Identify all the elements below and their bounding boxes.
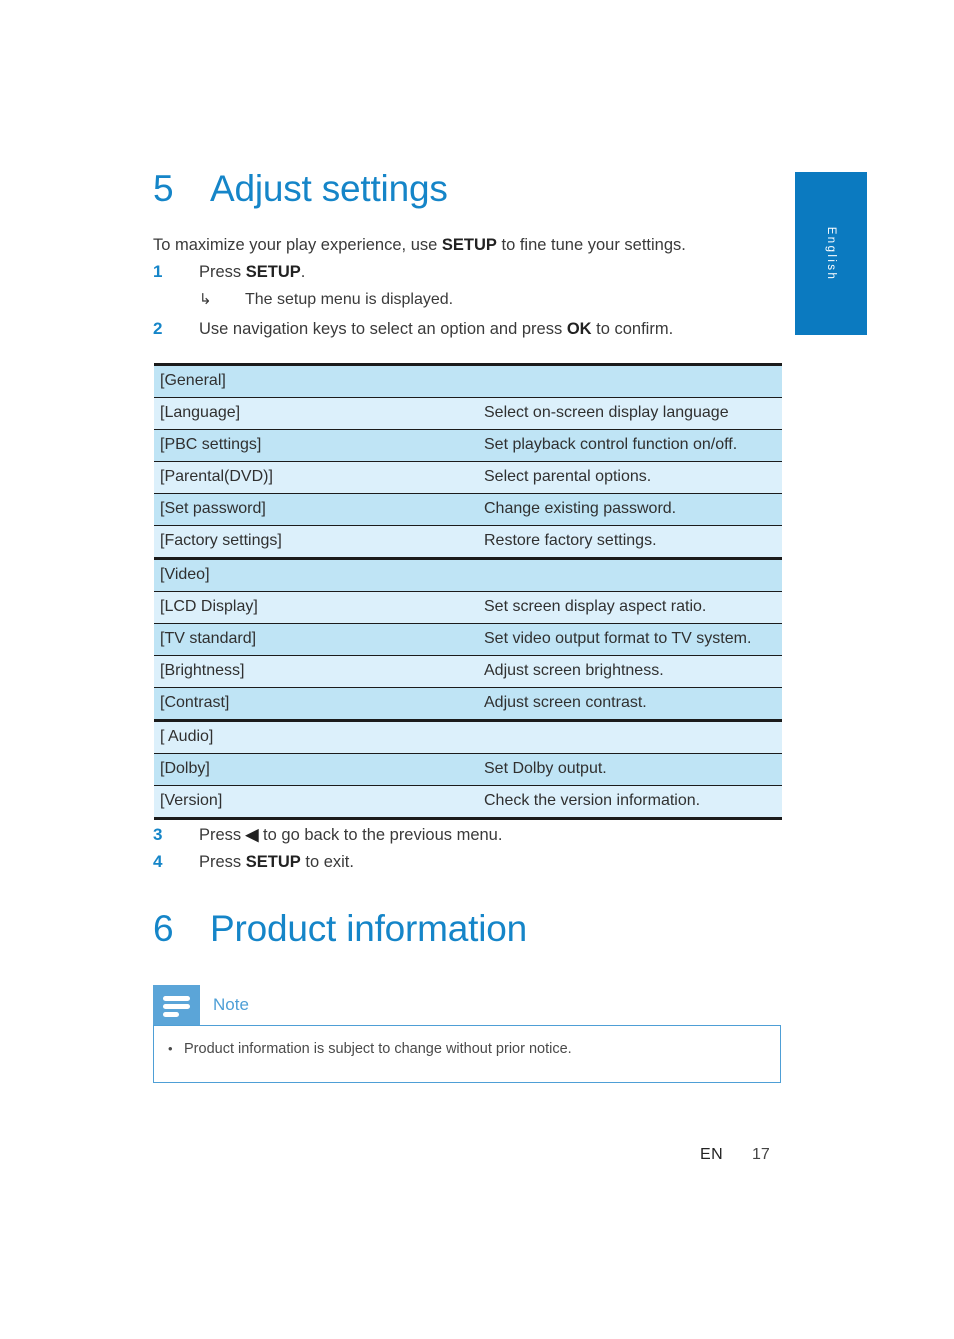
chapter-heading-6: 6 Product information — [153, 908, 783, 950]
substep-text: The setup menu is displayed. — [245, 291, 454, 308]
step-4-number: 4 — [153, 852, 163, 871]
step-2-pre: Use navigation keys to select an option … — [199, 320, 567, 338]
table-cell-description: Adjust screen brightness. — [472, 655, 782, 688]
table-row: [ Audio] — [154, 719, 782, 754]
chapter-heading-5: 5 Adjust settings — [153, 168, 783, 210]
step-3-post: to go back to the previous menu. — [258, 826, 503, 844]
table-row: [PBC settings] Set playback control funct… — [154, 429, 782, 462]
table-cell-description: Select parental options. — [472, 461, 782, 494]
table-row: [TV standard] Set video output format to … — [154, 623, 782, 656]
step-3-text: Press ◀ to go back to the previous menu. — [199, 823, 793, 848]
step-1-post: . — [300, 263, 306, 281]
table-row: [LCD Display] Set screen display aspect r… — [154, 591, 782, 624]
table-row: [Dolby] Set Dolby output. — [154, 753, 782, 786]
table-cell-option: [Version] — [154, 785, 472, 820]
table-cell-description — [472, 557, 782, 592]
step-2-bold: OK — [566, 320, 592, 338]
step-1-pre: Press — [199, 263, 246, 281]
note-box: Note • Product information is subject to… — [153, 985, 781, 1083]
table-cell-description: Set Dolby output. — [472, 753, 782, 786]
substep-arrow-icon: ↳ — [199, 291, 212, 308]
bullet-icon: • — [168, 1041, 173, 1056]
intro-text-part1: To maximize your play experience, use — [153, 236, 442, 254]
language-tab-label: English — [825, 226, 837, 281]
note-title: Note — [213, 995, 249, 1014]
step-1: 1 Press SETUP. — [153, 260, 793, 285]
note-lines-icon — [153, 985, 200, 1025]
intro-text-part2: to fine tune your settings. — [496, 236, 686, 254]
table-cell-option: [Factory settings] — [154, 525, 472, 560]
table-cell-option: [Contrast] — [154, 687, 472, 722]
table-cell-description: Check the version information. — [472, 785, 782, 820]
step-2-text: Use navigation keys to select an option … — [199, 317, 793, 342]
intro-paragraph: To maximize your play experience, use SE… — [153, 233, 793, 258]
table-cell-description: Change existing password. — [472, 493, 782, 526]
table-row: [Version] Check the version information. — [154, 785, 782, 820]
chapter-title-5: Adjust settings — [210, 168, 448, 209]
table-cell-option: [Brightness] — [154, 655, 472, 688]
step-3: 3 Press ◀ to go back to the previous men… — [153, 823, 793, 848]
left-arrow-icon: ◀ — [245, 826, 259, 844]
settings-table: [General] [Language] Select on-screen disp… — [154, 363, 782, 820]
step-3-pre: Press — [199, 826, 246, 844]
table-row: [Set password] Change existing password. — [154, 493, 782, 526]
table-cell-description: Adjust screen contrast. — [472, 687, 782, 722]
step-4-text: Press SETUP to exit. — [199, 850, 793, 875]
table-cell-option: [Set password] — [154, 493, 472, 526]
table-cell-description: Restore factory settings. — [472, 525, 782, 560]
table-cell-description: Set video output format to TV system. — [472, 623, 782, 656]
step-4-post: to exit. — [300, 853, 354, 871]
chapter-title-6: Product information — [210, 908, 528, 949]
step-4-pre: Press — [199, 853, 246, 871]
table-row: [Parental(DVD)] Select parental options. — [154, 461, 782, 494]
table-cell-option: [Video] — [154, 557, 472, 592]
step-1-bold: SETUP — [245, 263, 301, 281]
step-2-number: 2 — [153, 319, 163, 338]
note-bullet-item: • Product information is subject to chan… — [168, 1039, 766, 1059]
table-cell-option: [TV standard] — [154, 623, 472, 656]
table-cell-option: [Dolby] — [154, 753, 472, 786]
step-4-bold: SETUP — [245, 853, 301, 871]
table-cell-description — [472, 363, 782, 398]
step-4: 4 Press SETUP to exit. — [153, 850, 793, 875]
step-3-number: 3 — [153, 825, 163, 844]
table-cell-option: [Parental(DVD)] — [154, 461, 472, 494]
note-text: Product information is subject to change… — [184, 1041, 572, 1057]
table-cell-description: Set playback control function on/off. — [472, 429, 782, 462]
settings-table-body: [General] [Language] Select on-screen disp… — [154, 363, 782, 820]
table-row: [Brightness] Adjust screen brightness. — [154, 655, 782, 688]
table-row: [Contrast] Adjust screen contrast. — [154, 687, 782, 722]
table-row: [Factory settings] Restore factory settin… — [154, 525, 782, 560]
table-row: [Video] — [154, 557, 782, 592]
step-2-post: to confirm. — [591, 320, 674, 338]
table-cell-description: Set screen display aspect ratio. — [472, 591, 782, 624]
step-1-text: Press SETUP. — [199, 260, 793, 285]
table-cell-option: [LCD Display] — [154, 591, 472, 624]
steps-list-top: 1 Press SETUP. ↳ The setup menu is displ… — [153, 260, 793, 344]
table-cell-option: [ Audio] — [154, 719, 472, 754]
table-row: [Language] Select on-screen display langu… — [154, 397, 782, 430]
table-cell-option: [PBC settings] — [154, 429, 472, 462]
table-cell-option: [Language] — [154, 397, 472, 430]
step-1-number: 1 — [153, 262, 163, 281]
chapter-number-6: 6 — [153, 908, 174, 949]
table-cell-description: Select on-screen display language — [472, 397, 782, 430]
table-cell-option: [General] — [154, 363, 472, 398]
footer-language-code: EN — [700, 1146, 724, 1163]
substep-result: ↳ The setup menu is displayed. — [153, 288, 793, 311]
note-body: • Product information is subject to chan… — [153, 1025, 781, 1083]
page-footer: EN 17 — [700, 1146, 810, 1164]
footer-page-number: 17 — [752, 1146, 770, 1163]
intro-bold-setup: SETUP — [441, 236, 497, 254]
step-2: 2 Use navigation keys to select an optio… — [153, 317, 793, 342]
table-row: [General] — [154, 363, 782, 398]
chapter-number-5: 5 — [153, 168, 174, 209]
language-tab: English — [795, 172, 867, 335]
table-cell-description — [472, 719, 782, 754]
steps-list-bottom: 3 Press ◀ to go back to the previous men… — [153, 823, 793, 877]
note-header: Note — [153, 985, 781, 1025]
